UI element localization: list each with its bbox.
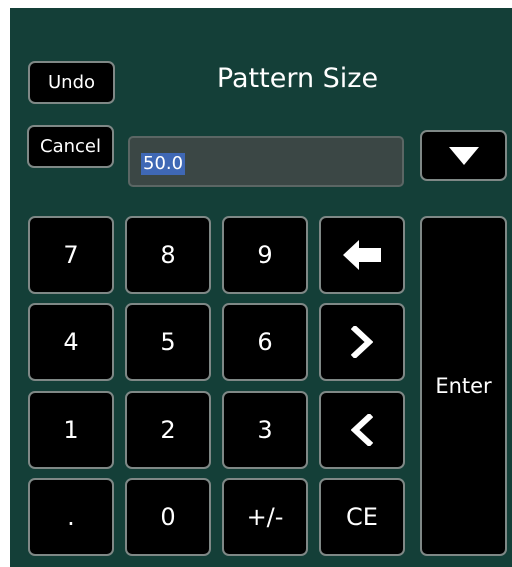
clear-entry-button[interactable]: CE [319, 478, 405, 556]
key-9[interactable]: 9 [222, 216, 308, 294]
key-label: CE [346, 503, 378, 531]
undo-button-label: Undo [47, 72, 96, 93]
cancel-button[interactable]: Cancel [27, 125, 114, 168]
enter-button-label: Enter [435, 374, 492, 398]
key-label: 2 [160, 416, 176, 444]
key-6[interactable]: 6 [222, 303, 308, 381]
value-field[interactable]: 50.0 [128, 136, 404, 187]
key-5[interactable]: 5 [125, 303, 211, 381]
chevron-left-icon [351, 414, 373, 446]
cancel-button-label: Cancel [40, 136, 101, 157]
key-1[interactable]: 1 [28, 391, 114, 469]
cursor-right-button[interactable] [319, 303, 405, 381]
key-label: 9 [257, 241, 273, 269]
pattern-size-dialog: Undo Pattern Size Cancel 50.0 7 8 9 4 5 … [10, 8, 512, 567]
key-3[interactable]: 3 [222, 391, 308, 469]
dialog-title: Pattern Size [216, 63, 379, 94]
key-plus-minus[interactable]: +/- [222, 478, 308, 556]
key-label: 1 [63, 416, 79, 444]
key-label: 4 [63, 328, 79, 356]
chevron-right-icon [351, 326, 373, 358]
key-7[interactable]: 7 [28, 216, 114, 294]
dropdown-button[interactable] [420, 130, 507, 181]
triangle-down-icon [448, 146, 479, 165]
key-0[interactable]: 0 [125, 478, 211, 556]
key-label: 7 [63, 241, 79, 269]
key-label: . [67, 503, 75, 531]
undo-button[interactable]: Undo [28, 61, 115, 104]
cursor-left-button[interactable] [319, 391, 405, 469]
key-label: 0 [160, 503, 176, 531]
key-label: 8 [160, 241, 176, 269]
key-label: 5 [160, 328, 176, 356]
key-2[interactable]: 2 [125, 391, 211, 469]
key-decimal[interactable]: . [28, 478, 114, 556]
key-label: +/- [246, 503, 284, 531]
key-label: 3 [257, 416, 273, 444]
key-8[interactable]: 8 [125, 216, 211, 294]
enter-button[interactable]: Enter [420, 216, 507, 556]
value-text[interactable]: 50.0 [141, 153, 186, 175]
backspace-button[interactable] [319, 216, 405, 294]
key-4[interactable]: 4 [28, 303, 114, 381]
key-label: 6 [257, 328, 273, 356]
arrow-left-icon [343, 240, 381, 270]
